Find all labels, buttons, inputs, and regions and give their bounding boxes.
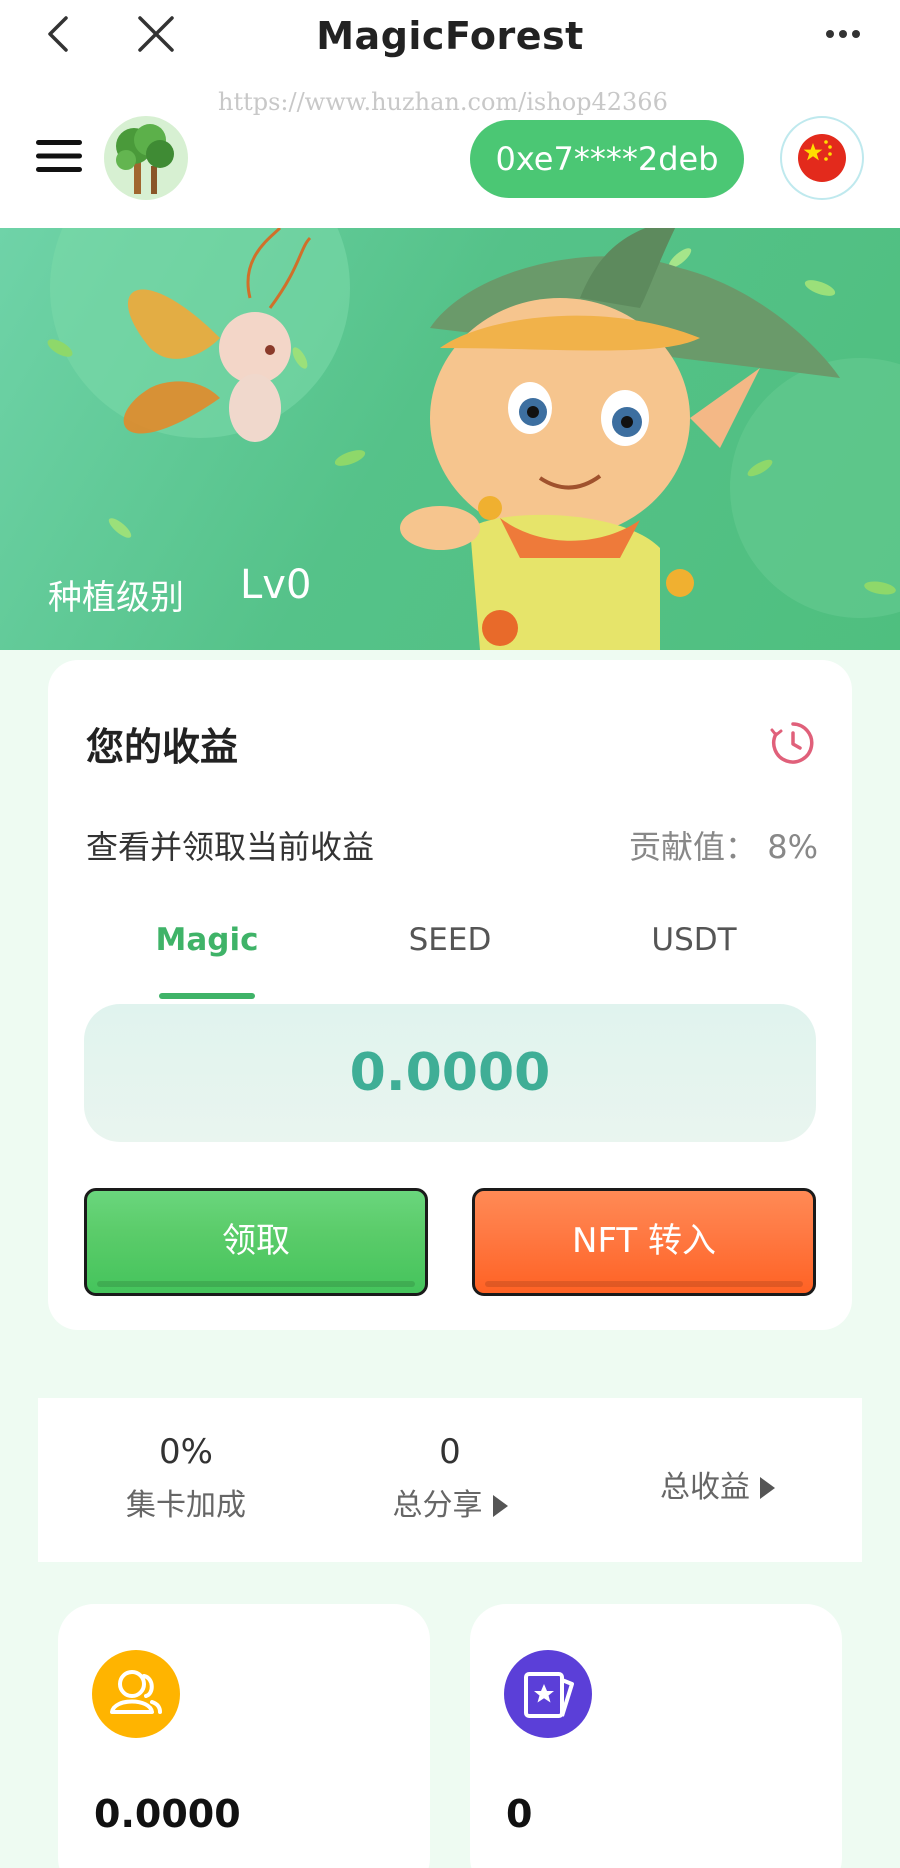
contribution-value: 贡献值： 8%	[629, 828, 818, 866]
history-clock-icon[interactable]	[770, 720, 816, 766]
app-logo	[104, 116, 188, 200]
earnings-amount: 0.0000	[84, 1004, 816, 1142]
referral-income-card[interactable]: 0.0000	[58, 1604, 430, 1868]
total-share-link[interactable]: 总分享	[330, 1480, 570, 1524]
earnings-title: 您的收益	[86, 725, 239, 769]
card-count-card[interactable]: 0	[470, 1604, 842, 1868]
nft-transfer-button[interactable]: NFT 转入	[472, 1188, 816, 1296]
play-arrow-icon	[492, 1495, 508, 1517]
card-bonus-label: 集卡加成	[126, 1488, 246, 1523]
app-header: https://www.huzhan.com/ishop42366 0xe7**…	[0, 72, 900, 228]
stats-row: 0% 集卡加成 0 总分享 总收益	[38, 1398, 862, 1562]
card-bonus-stat: 0% 集卡加成	[66, 1432, 306, 1524]
wallet-address-button[interactable]: 0xe7****2deb	[470, 120, 744, 198]
watermark-text: https://www.huzhan.com/ishop42366	[218, 88, 668, 116]
card-icon	[504, 1650, 592, 1738]
tab-seed[interactable]: SEED	[370, 922, 530, 958]
total-income-link[interactable]: 总收益	[660, 1462, 775, 1506]
total-share-label: 总分享	[392, 1488, 483, 1523]
china-flag-icon	[798, 134, 846, 182]
earnings-subtitle: 查看并领取当前收益	[86, 828, 375, 866]
card-bonus-value: 0%	[159, 1432, 213, 1472]
planting-level-value: Lv0	[240, 562, 312, 608]
referral-income-value: 0.0000	[94, 1792, 241, 1836]
hero-banner: 种植级别 Lv0	[0, 228, 900, 650]
claim-button[interactable]: 领取	[84, 1188, 428, 1296]
total-share-stat[interactable]: 0 总分享	[330, 1432, 570, 1524]
earnings-card: 您的收益 查看并领取当前收益 贡献值： 8% Magic SEED USDT 0…	[48, 660, 852, 1330]
tab-usdt[interactable]: USDT	[614, 922, 774, 958]
total-share-value: 0	[439, 1432, 461, 1472]
tree-logo-icon	[116, 124, 174, 194]
planting-level-label: 种植级别	[48, 578, 184, 618]
tab-magic[interactable]: Magic	[127, 922, 287, 958]
currency-tabs: Magic SEED USDT	[86, 922, 814, 1002]
top-bar: MagicForest	[0, 0, 900, 72]
language-switch[interactable]	[780, 116, 864, 200]
total-income-label: 总收益	[660, 1470, 750, 1505]
more-icon[interactable]	[824, 22, 862, 46]
page-title: MagicForest	[316, 14, 584, 58]
active-tab-indicator	[159, 993, 255, 999]
user-icon	[92, 1650, 180, 1738]
card-count-value: 0	[506, 1792, 533, 1836]
menu-icon[interactable]	[36, 138, 82, 174]
play-arrow-icon	[760, 1477, 775, 1499]
